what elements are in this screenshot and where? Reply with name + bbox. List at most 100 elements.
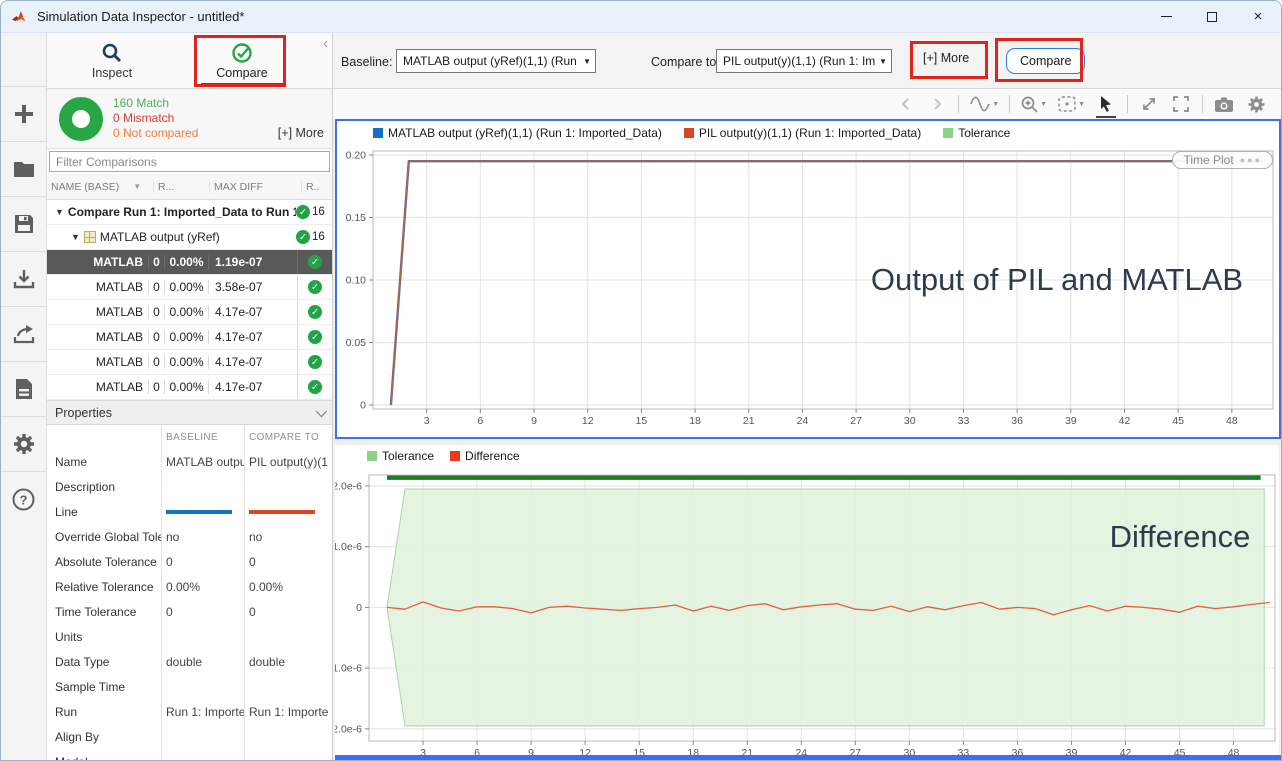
chevron-down-icon	[316, 405, 327, 416]
svg-text:0.20: 0.20	[346, 150, 367, 162]
svg-text:0.10: 0.10	[346, 275, 367, 287]
more-options-button[interactable]: [+] More	[923, 51, 969, 65]
baseline-line-swatch	[166, 510, 232, 514]
plot-toolbar: ▼ ▼ ▼	[333, 89, 1281, 119]
col-name-base[interactable]: NAME (BASE)	[51, 181, 119, 193]
tab-compare[interactable]: Compare	[177, 33, 307, 88]
forward-icon[interactable]	[926, 93, 948, 115]
baseline-dropdown[interactable]: MATLAB output (yRef)(1,1) (Run▼	[396, 49, 596, 73]
expand-plot-icon[interactable]	[1138, 93, 1160, 115]
ellipsis-icon: ●●●	[1240, 155, 1262, 165]
legend-item: MATLAB output (yRef)(1,1) (Run 1: Import…	[373, 126, 662, 140]
minimize-button[interactable]	[1143, 1, 1189, 33]
svg-text:48: 48	[1226, 415, 1238, 427]
svg-text:6: 6	[477, 415, 483, 427]
collapse-panel-icon[interactable]: ‹	[323, 35, 328, 52]
svg-text:24: 24	[797, 415, 809, 427]
close-button[interactable]: ×	[1235, 1, 1281, 33]
title-bar: Simulation Data Inspector - untitled* ×	[1, 1, 1281, 33]
top-chart-legend: MATLAB output (yRef)(1,1) (Run 1: Import…	[337, 121, 1279, 145]
signal-group-icon	[84, 231, 96, 243]
match-check-icon	[308, 280, 322, 294]
comparison-row[interactable]: MATLAB00.00% 3.58e-07	[47, 275, 332, 300]
legend-item: PIL output(y)(1,1) (Run 1: Imported_Data…	[684, 126, 921, 140]
maximize-button[interactable]	[1189, 1, 1235, 33]
snapshot-camera-icon[interactable]	[1213, 93, 1235, 115]
property-row: RunRun 1: ImporteRun 1: Importe	[47, 699, 332, 724]
comparison-row[interactable]: MATLAB00.00% 1.19e-07	[47, 250, 332, 275]
back-icon[interactable]	[894, 93, 916, 115]
svg-text:45: 45	[1172, 415, 1184, 427]
col-result[interactable]: R..	[301, 181, 332, 193]
properties-table: BASELINE COMPARE TO NameMATLAB outpuPIL …	[47, 425, 332, 760]
col-rel[interactable]: R...	[153, 181, 209, 193]
difference-plot[interactable]: ToleranceDifference 36912151821242730333…	[335, 445, 1279, 757]
match-check-icon	[308, 255, 322, 269]
plot-settings-gear-icon[interactable]	[1245, 93, 1267, 115]
property-row: Model	[47, 749, 332, 760]
add-icon[interactable]	[1, 86, 46, 141]
comparison-row[interactable]: MATLAB00.00% 4.17e-07	[47, 375, 332, 400]
status-more-button[interactable]: [+] More	[278, 126, 324, 140]
legend-swatch	[373, 128, 383, 138]
compare-to-label: Compare to:	[651, 55, 720, 69]
legend-item: Tolerance	[943, 126, 1010, 140]
svg-text:15: 15	[636, 415, 648, 427]
match-count: 160 Match	[113, 96, 198, 111]
col-max-diff[interactable]: MAX DIFF	[209, 181, 301, 193]
svg-text:27: 27	[850, 415, 862, 427]
property-row: Relative Tolerance0.00%0.00%	[47, 574, 332, 599]
comparison-row[interactable]: MATLAB00.00% 4.17e-07	[47, 300, 332, 325]
mode-tabs: Inspect Compare ‹	[47, 33, 332, 89]
compare-button[interactable]: Compare	[1006, 48, 1085, 74]
top-chart-canvas[interactable]: 369121518212427303336394245480.200.150.1…	[337, 145, 1279, 437]
matlab-logo-icon	[11, 9, 29, 25]
match-check-icon	[308, 380, 322, 394]
save-icon[interactable]	[1, 196, 46, 251]
comparison-status: 160 Match 0 Mismatch 0 Not compared [+] …	[47, 89, 332, 149]
tree-group-row[interactable]: ▼MATLAB output (yRef) 16	[47, 225, 332, 250]
fit-to-view-icon[interactable]: ▼	[1057, 95, 1085, 113]
properties-header[interactable]: Properties	[47, 400, 332, 425]
svg-text:2.0e-6: 2.0e-6	[335, 480, 362, 492]
tab-inspect[interactable]: Inspect	[47, 33, 177, 88]
svg-text:3: 3	[424, 415, 430, 427]
property-row: Override Global Tolenono	[47, 524, 332, 549]
property-row: Line	[47, 499, 332, 524]
comparison-table-body: ▼Compare Run 1: Imported_Data to Run 1 1…	[47, 200, 332, 400]
export-icon[interactable]	[1, 306, 46, 361]
fullscreen-icon[interactable]	[1170, 93, 1192, 115]
zoom-icon[interactable]: ▼	[1020, 95, 1047, 114]
property-row: NameMATLAB outpuPIL output(y)(1	[47, 449, 332, 474]
properties-col-baseline: BASELINE	[161, 425, 244, 449]
import-icon[interactable]	[1, 251, 46, 306]
comparison-row[interactable]: MATLAB00.00% 4.17e-07	[47, 325, 332, 350]
settings-icon[interactable]	[1, 416, 46, 471]
open-icon[interactable]	[1, 141, 46, 196]
property-row: Units	[47, 624, 332, 649]
sort-icon[interactable]: ▼	[133, 182, 141, 191]
property-row: Description	[47, 474, 332, 499]
help-icon[interactable]: ?	[1, 471, 46, 526]
subplot-selection-edge	[335, 755, 1281, 760]
filter-comparisons-input[interactable]	[49, 151, 330, 172]
comparison-row[interactable]: MATLAB00.00% 4.17e-07	[47, 350, 332, 375]
expander-caret-icon[interactable]: ▼	[71, 232, 80, 242]
compare-to-dropdown[interactable]: PIL output(y)(1,1) (Run 1: Importe▼	[716, 49, 892, 73]
svg-text:-2.0e-6: -2.0e-6	[335, 723, 362, 735]
svg-text:0: 0	[356, 602, 362, 614]
svg-text:12: 12	[582, 415, 594, 427]
signal-display-icon[interactable]: ▼	[969, 94, 999, 114]
svg-text:33: 33	[958, 415, 970, 427]
time-plot-badge[interactable]: Time Plot●●●	[1172, 151, 1273, 169]
legend-swatch	[367, 451, 377, 461]
compare-line-swatch	[249, 510, 315, 514]
report-icon[interactable]	[1, 361, 46, 416]
expander-caret-icon[interactable]: ▼	[55, 207, 64, 217]
bottom-chart-canvas[interactable]: 369121518212427303336394245482.0e-61.0e-…	[335, 467, 1279, 757]
tree-group-row[interactable]: ▼Compare Run 1: Imported_Data to Run 1 1…	[47, 200, 332, 225]
property-row: Absolute Tolerance00	[47, 549, 332, 574]
pointer-tool-icon[interactable]	[1095, 93, 1117, 115]
time-plot-baseline-compare[interactable]: MATLAB output (yRef)(1,1) (Run 1: Import…	[335, 119, 1281, 439]
svg-text:0.05: 0.05	[346, 337, 367, 349]
